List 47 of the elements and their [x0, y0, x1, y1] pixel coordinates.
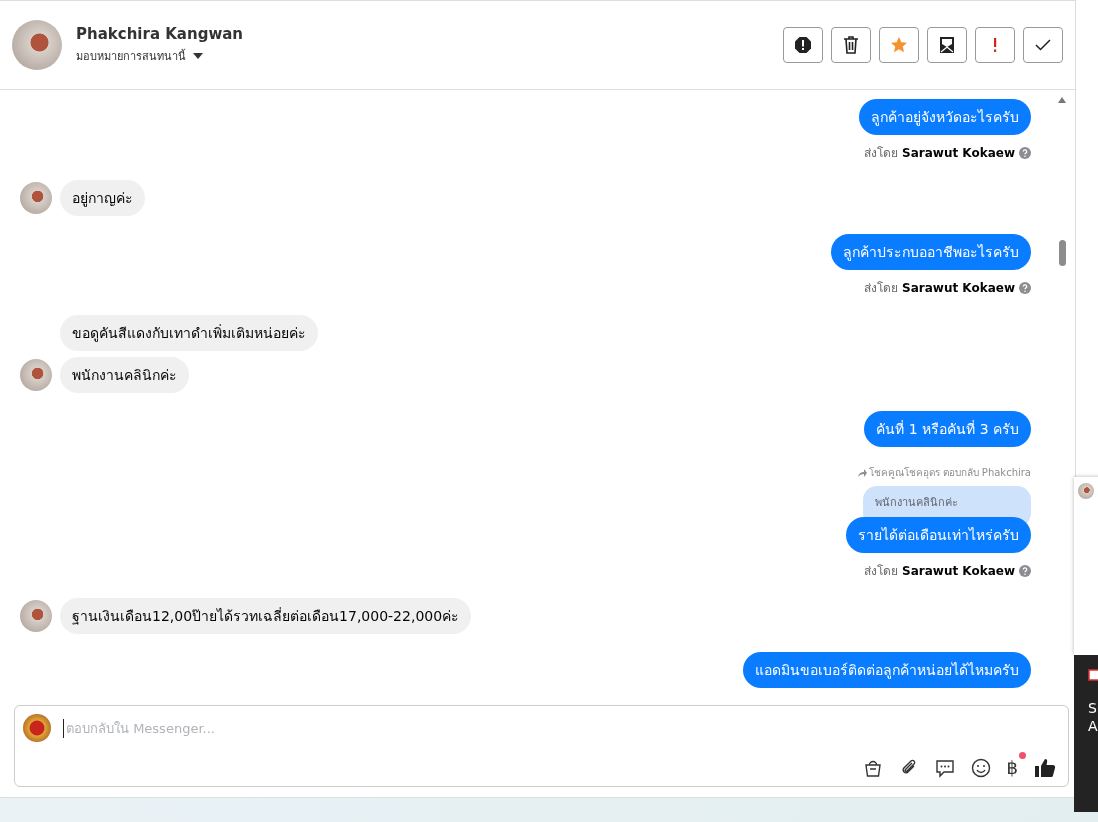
sent-by-label: ส่งโดย — [864, 145, 899, 162]
alert-octagon-icon — [794, 36, 812, 54]
sent-by-label: ส่งโดย — [864, 280, 899, 297]
speech-bubble-icon[interactable] — [934, 757, 955, 778]
done-button[interactable] — [1023, 27, 1063, 63]
assign-conversation-dropdown[interactable]: มอบหมายการสนทนานี้ — [76, 47, 244, 65]
sent-message: ลูกค้าประกบออาชีพอะไรครับ — [831, 234, 1031, 270]
received-message: ขอดูคันสีแดงกับเทาดำเพิ่มเติมหน่อยค่ะ — [60, 315, 318, 351]
trash-icon — [843, 36, 859, 54]
caret-down-icon[interactable] — [192, 52, 204, 60]
checkmark-icon — [1035, 39, 1051, 51]
scroll-up-icon[interactable] — [1057, 96, 1067, 104]
important-button[interactable] — [975, 27, 1015, 63]
calendar-icon — [1088, 669, 1098, 681]
toast-text: A — [1088, 717, 1098, 735]
star-icon — [890, 36, 908, 54]
contact-name: Phakchira Kangwan — [76, 25, 244, 43]
received-message: พนักงานคลินิกค่ะ — [60, 357, 189, 393]
envelope-icon — [938, 36, 956, 54]
exclamation-icon — [992, 36, 998, 54]
sender-name: Sarawut Kokaew — [902, 563, 1015, 578]
scrollbar-thumb[interactable] — [1058, 240, 1066, 266]
received-message: ฐานเงินเดือน12,00ป๊ายได้รวทเฉลี่ยต่อเดือน17,000-22,000ค่ะ — [60, 598, 472, 634]
sent-by-label: ส่งโดย — [864, 563, 899, 580]
report-button[interactable] — [783, 27, 823, 63]
sent-message: คันที่ 1 หรือคันที่ 3 ครับ — [864, 411, 1031, 447]
payment-button[interactable]: ฿ — [1006, 757, 1018, 778]
reply-arrow-icon — [857, 468, 867, 477]
help-icon[interactable] — [1019, 281, 1031, 294]
sent-message: ลูกค้าอยู่จังหวัดอะไรครับ — [859, 99, 1031, 135]
mark-unread-button[interactable] — [927, 27, 967, 63]
help-icon[interactable] — [1019, 146, 1031, 159]
contact-avatar — [12, 20, 62, 70]
toast-text: S — [1088, 699, 1098, 717]
page-avatar — [23, 714, 51, 742]
star-button[interactable] — [879, 27, 919, 63]
sender-name: Sarawut Kokaew — [902, 145, 1015, 160]
help-icon[interactable] — [1019, 564, 1031, 577]
thumbs-up-icon[interactable] — [1034, 757, 1056, 778]
delete-button[interactable] — [831, 27, 871, 63]
emoji-icon[interactable] — [970, 757, 991, 778]
reply-info: โชคคูณโชคอุดร ตอบกลับ Phakchira — [868, 466, 1031, 480]
sent-message: รายได้ต่อเดือนเท่าไหร่ครับ — [846, 517, 1031, 553]
contact-avatar — [1078, 483, 1094, 499]
sent-message: แอดมินขอเบอร์ติดต่อลูกค้าหน่อยได้ไหมครับ — [743, 652, 1031, 688]
received-message: อยู่กาญค่ะ — [60, 180, 145, 216]
sender-name: Sarawut Kokaew — [902, 280, 1015, 295]
